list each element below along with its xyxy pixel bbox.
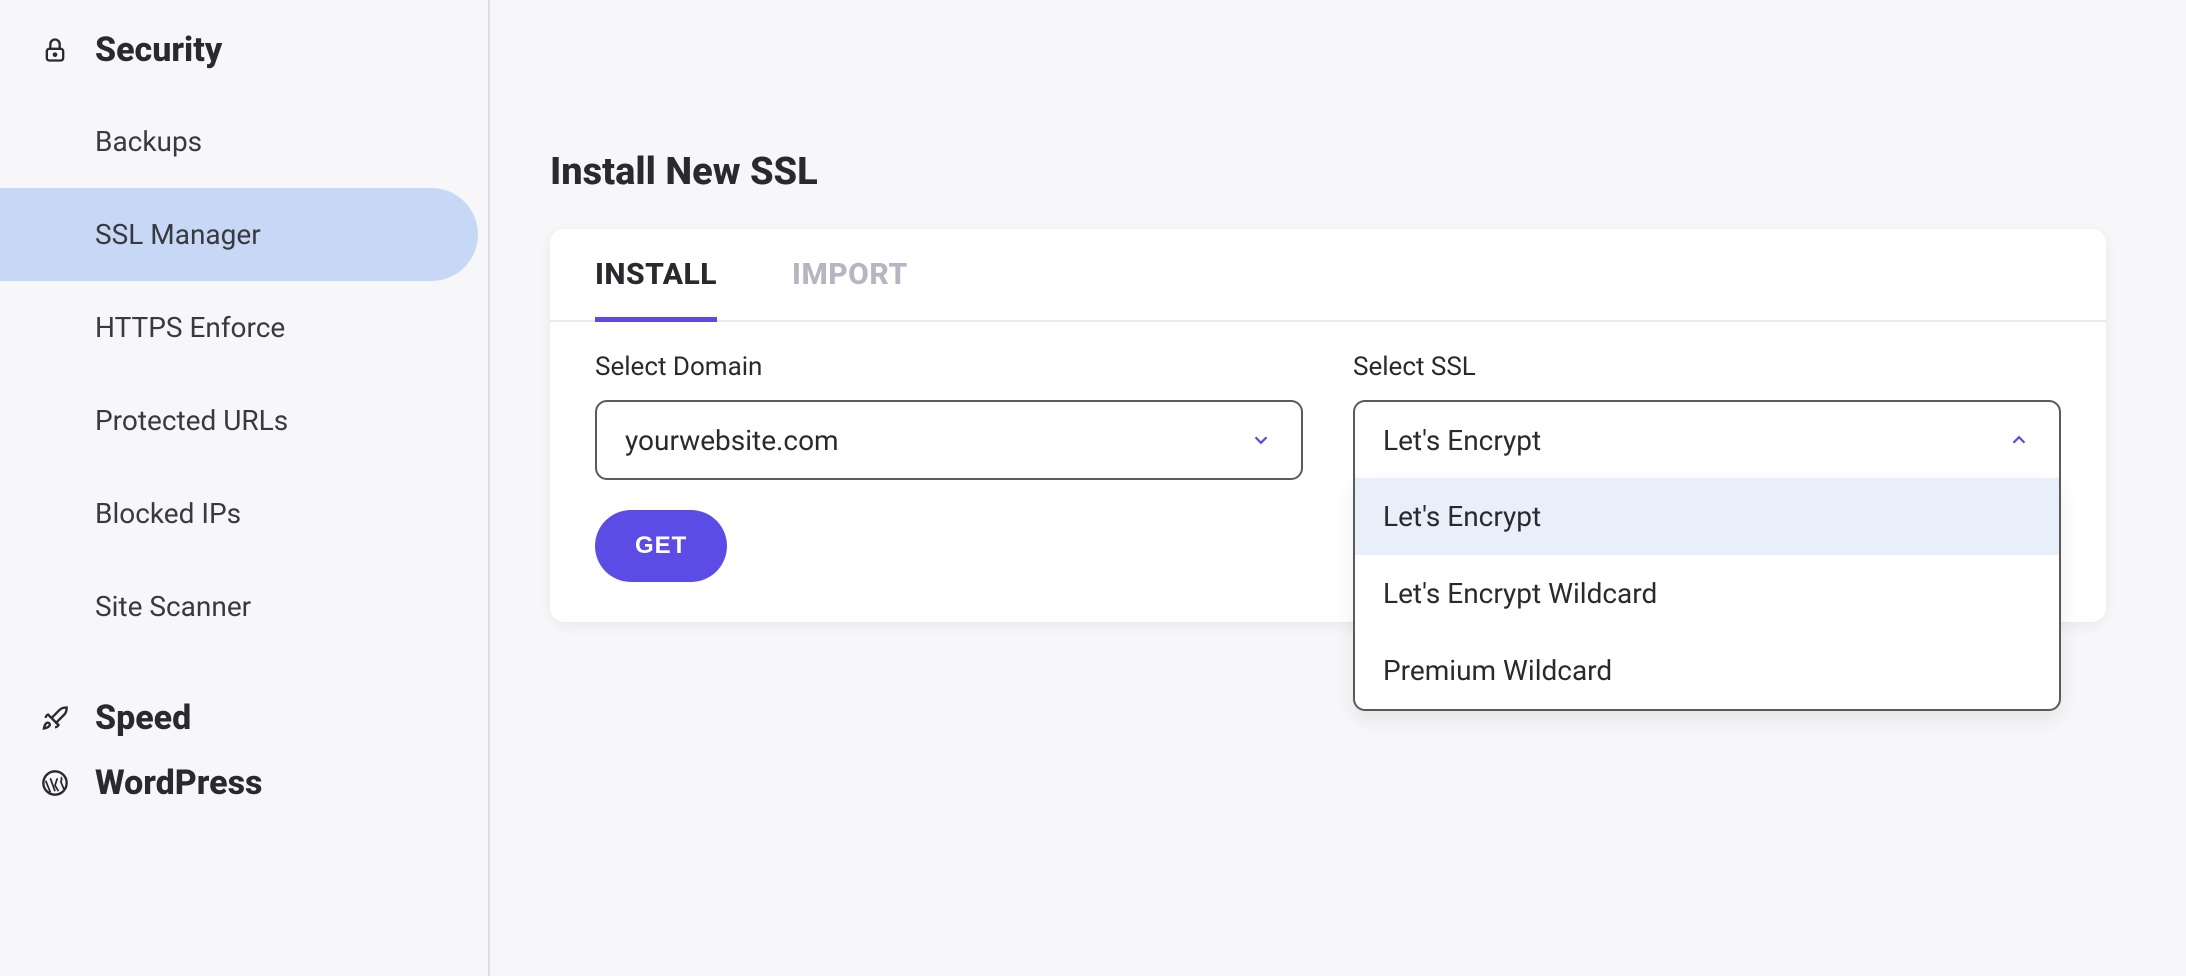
sidebar-section-speed[interactable]: Speed [0,653,488,763]
chevron-down-icon [1249,428,1273,452]
sidebar-item-site-scanner[interactable]: Site Scanner [0,560,488,653]
sidebar-section-label: WordPress [95,763,263,803]
sidebar-item-label: Protected URLs [95,404,288,437]
tabs: INSTALL IMPORT [550,229,2106,322]
ssl-option-lets-encrypt-wildcard[interactable]: Let's Encrypt Wildcard [1355,555,2059,632]
sidebar-section-wordpress[interactable]: WordPress [0,763,488,828]
ssl-install-card: INSTALL IMPORT Select Domain yourwebsite… [550,229,2106,622]
sidebar-item-label: HTTPS Enforce [95,311,285,344]
lock-icon [40,35,70,65]
main-content: Install New SSL INSTALL IMPORT Select Do… [490,0,2186,976]
sidebar-item-blocked-ips[interactable]: Blocked IPs [0,467,488,560]
page-title: Install New SSL [550,150,2106,194]
domain-label: Select Domain [595,352,1303,382]
wordpress-icon [40,768,70,798]
sidebar-item-label: SSL Manager [95,218,261,251]
sidebar-item-backups[interactable]: Backups [0,95,488,188]
form-row: Select Domain yourwebsite.com Select SSL… [550,322,2106,480]
sidebar-section-label: Security [95,30,222,70]
chevron-up-icon [2007,428,2031,452]
ssl-label: Select SSL [1353,352,2061,382]
tab-install[interactable]: INSTALL [595,257,717,322]
domain-select-value: yourwebsite.com [625,424,839,457]
get-button[interactable]: GET [595,510,727,582]
ssl-option-lets-encrypt[interactable]: Let's Encrypt [1355,478,2059,555]
sidebar-item-label: Site Scanner [95,590,251,623]
ssl-select[interactable]: Let's Encrypt [1353,400,2061,480]
sidebar-section-label: Speed [95,698,191,738]
sidebar: Security Backups SSL Manager HTTPS Enfor… [0,0,490,976]
ssl-option-premium-wildcard[interactable]: Premium Wildcard [1355,632,2059,709]
sidebar-item-label: Backups [95,125,202,158]
sidebar-item-label: Blocked IPs [95,497,241,530]
rocket-icon [40,703,70,733]
ssl-dropdown: Let's Encrypt Let's Encrypt Wildcard Pre… [1353,478,2061,711]
sidebar-item-ssl-manager[interactable]: SSL Manager [0,188,478,281]
tab-import[interactable]: IMPORT [792,257,908,320]
sidebar-item-protected-urls[interactable]: Protected URLs [0,374,488,467]
domain-field: Select Domain yourwebsite.com [595,352,1303,480]
ssl-select-value: Let's Encrypt [1383,424,1541,457]
ssl-field: Select SSL Let's Encrypt Let's Encrypt L… [1353,352,2061,480]
domain-select[interactable]: yourwebsite.com [595,400,1303,480]
sidebar-item-https-enforce[interactable]: HTTPS Enforce [0,281,488,374]
sidebar-section-security[interactable]: Security [0,30,488,95]
